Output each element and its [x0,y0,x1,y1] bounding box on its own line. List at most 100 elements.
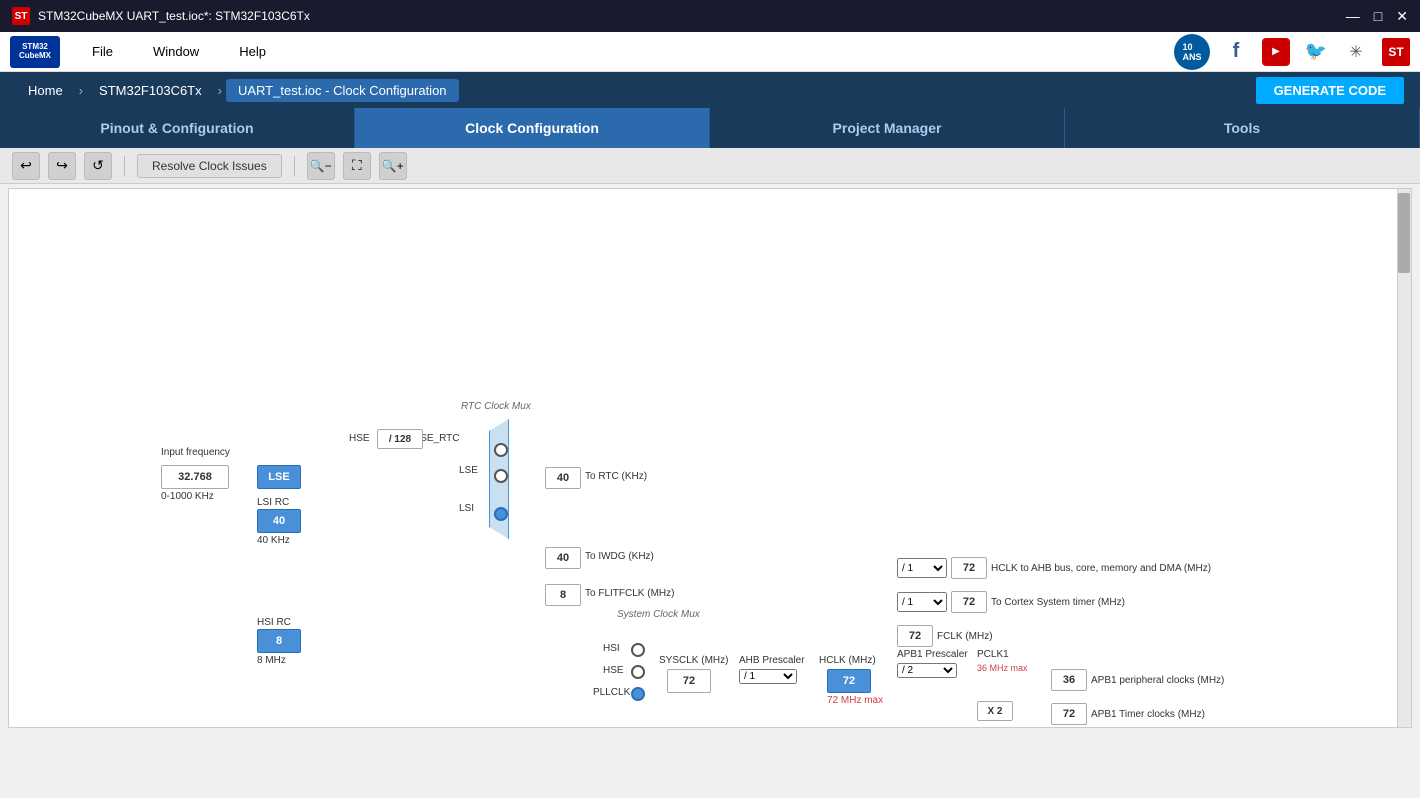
to-rtc-label: To RTC (KHz) [585,471,647,482]
tab-bar: Pinout & Configuration Clock Configurati… [0,108,1420,148]
div128-box[interactable]: / 128 [377,429,423,449]
menu-file[interactable]: File [84,40,121,63]
fclk-row: 72 FCLK (MHz) [897,625,993,647]
apb1-timer-label: APB1 Timer clocks (MHz) [1091,709,1205,720]
vertical-scrollbar[interactable] [1397,189,1411,727]
lsi-mux-label: LSI [459,503,474,514]
apb1-periph-row: 36 APB1 peripheral clocks (MHz) [1051,669,1224,691]
sysclk-label: SYSCLK (MHz) [659,655,728,666]
menu-help[interactable]: Help [231,40,274,63]
minimize-button[interactable]: — [1346,8,1360,25]
hclk-label: HCLK (MHz) [819,655,876,666]
to-flitf-value[interactable]: 8 [545,584,581,606]
pllclk-sys-label: PLLCLK [593,687,630,698]
lsi-rc-box[interactable]: 40 [257,509,301,533]
breadcrumb-sep1: › [79,83,83,98]
pclk1-label: PCLK1 [977,649,1009,660]
scrollbar-thumb[interactable] [1398,193,1410,273]
zoom-in-button[interactable]: 🔍+ [379,152,407,180]
breadcrumb-bar: Home › STM32F103C6Tx › UART_test.ioc - C… [0,72,1420,108]
apb1-periph-value[interactable]: 36 [1051,669,1087,691]
titlebar: ST STM32CubeMX UART_test.ioc*: STM32F103… [0,0,1420,32]
breadcrumb-sep2: › [218,83,222,98]
input-freq-range-lse: 0-1000 KHz [161,491,214,502]
hclk-max: 72 MHz max [827,695,883,706]
redo-button[interactable]: ↪ [48,152,76,180]
clock-diagram-canvas: Input frequency 32.768 0-1000 KHz LSE LS… [8,188,1412,728]
input-freq-label: Input frequency [161,447,230,458]
close-button[interactable]: ✕ [1396,8,1408,25]
to-rtc-value[interactable]: 40 [545,467,581,489]
pclk1-max: 36 MHz max [977,663,1028,673]
to-flitf-label: To FLITFCLK (MHz) [585,588,674,599]
menu-window[interactable]: Window [145,40,207,63]
hclk-ahb-prescaler[interactable]: / 1 [897,558,947,578]
toolbar: ↩ ↪ ↺ Resolve Clock Issues 🔍− ⛶ 🔍+ [0,148,1420,184]
hse-label: HSE [349,433,370,444]
x2-box[interactable]: X 2 [977,701,1013,721]
fclk-value[interactable]: 72 [897,625,933,647]
rtc-radio-lse[interactable] [494,469,508,483]
tab-project[interactable]: Project Manager [710,108,1065,148]
window-controls[interactable]: — □ ✕ [1346,8,1408,25]
app-title: STM32CubeMX UART_test.ioc*: STM32F103C6T… [38,9,310,23]
undo-button[interactable]: ↩ [12,152,40,180]
cortex-prescaler[interactable]: / 1 [897,592,947,612]
hclk-ahb-label: HCLK to AHB bus, core, memory and DMA (M… [991,563,1211,574]
youtube-icon[interactable]: ▶ [1262,38,1290,66]
sys-clk-mux-label: System Clock Mux [617,609,700,620]
toolbar-separator [124,156,125,176]
hsi-sys-label: HSI [603,643,620,654]
twitter-icon[interactable]: 🐦 [1302,38,1330,66]
breadcrumb-home[interactable]: Home [16,79,75,102]
sys-radio-hsi[interactable] [631,643,645,657]
generate-code-button[interactable]: GENERATE CODE [1256,77,1404,104]
hclk-ahb-row: / 1 72 HCLK to AHB bus, core, memory and… [897,557,1211,579]
apb1-prescaler-select[interactable]: / 2 / 1 [897,663,957,678]
fit-button[interactable]: ⛶ [343,152,371,180]
app-icon: ST [12,7,30,25]
to-iwdg-value[interactable]: 40 [545,547,581,569]
lse-mux-label: LSE [459,465,478,476]
lsi-rc-label: LSI RC [257,497,289,508]
hclk-ahb-value[interactable]: 72 [951,557,987,579]
sys-radio-pll[interactable] [631,687,645,701]
menubar: STM32CubeMX File Window Help 10ANS f ▶ 🐦… [0,32,1420,72]
hsi-rc-unit: 8 MHz [257,655,286,666]
hsi-rc-label: HSI RC [257,617,291,628]
zoom-out-button[interactable]: 🔍− [307,152,335,180]
rtc-radio-hse[interactable] [494,443,508,457]
fclk-label: FCLK (MHz) [937,631,993,642]
facebook-icon[interactable]: f [1222,38,1250,66]
cortex-value[interactable]: 72 [951,591,987,613]
to-iwdg-label: To IWDG (KHz) [585,551,654,562]
maximize-button[interactable]: □ [1374,8,1382,25]
lse-box[interactable]: LSE [257,465,301,489]
breadcrumb-current[interactable]: UART_test.ioc - Clock Configuration [226,79,459,102]
resolve-clock-button[interactable]: Resolve Clock Issues [137,154,282,178]
cortex-label: To Cortex System timer (MHz) [991,597,1125,608]
breadcrumb-mcu[interactable]: STM32F103C6Tx [87,79,214,102]
hclk-value[interactable]: 72 [827,669,871,693]
rtc-radio-lsi[interactable] [494,507,508,521]
toolbar-separator2 [294,156,295,176]
sysclk-value[interactable]: 72 [667,669,711,693]
tab-pinout[interactable]: Pinout & Configuration [0,108,355,148]
app-logo: STM32CubeMX [10,36,60,68]
ahb-prescaler-select[interactable]: / 1 / 2 [739,669,797,684]
ahb-prescaler-label: AHB Prescaler [739,655,805,666]
tab-clock[interactable]: Clock Configuration [355,108,710,148]
apb1-periph-label: APB1 peripheral clocks (MHz) [1091,675,1224,686]
apb1-timer-value[interactable]: 72 [1051,703,1087,725]
rtc-mux-label: RTC Clock Mux [461,401,531,412]
hse-sys-label: HSE [603,665,624,676]
network-icon[interactable]: ✳ [1342,38,1370,66]
refresh-button[interactable]: ↺ [84,152,112,180]
hsi-rc-box[interactable]: 8 [257,629,301,653]
sys-radio-hse[interactable] [631,665,645,679]
tab-tools[interactable]: Tools [1065,108,1420,148]
apb1-timer-row: 72 APB1 Timer clocks (MHz) [1051,703,1205,725]
apb1-prescaler-label: APB1 Prescaler [897,649,968,660]
st-brand-icon: ST [1382,38,1410,66]
input-freq-value-lse[interactable]: 32.768 [161,465,229,489]
